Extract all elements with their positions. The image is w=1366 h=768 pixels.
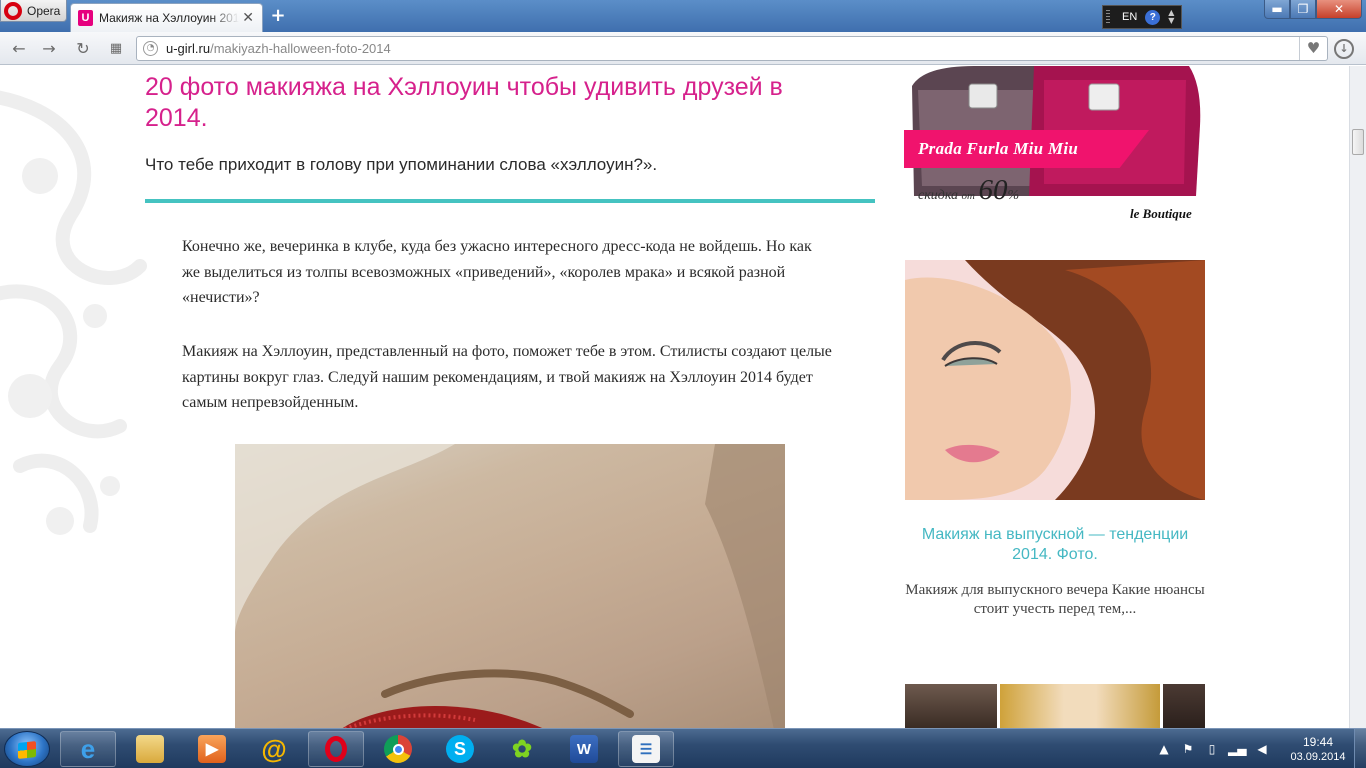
article-paragraph: Конечно же, вечеринка в клубе, куда без … bbox=[182, 238, 812, 306]
ad-banner[interactable]: Prada Furla Miu Miu скидка от 60% le Bou… bbox=[904, 66, 1209, 226]
address-bar[interactable]: ◔ u-girl.ru /makiyazh-halloween-foto-201… bbox=[136, 36, 1328, 61]
page-viewport: 20 фото макияжа на Хэллоуин чтобы удивит… bbox=[0, 66, 1349, 728]
back-arrow-icon[interactable]: ← bbox=[8, 38, 30, 60]
discount-unit: % bbox=[1007, 188, 1020, 203]
download-icon[interactable]: ↓ bbox=[1334, 39, 1354, 59]
language-options-icon[interactable]: ▲ ▼ bbox=[1168, 9, 1174, 25]
taskbar-skype[interactable]: S bbox=[432, 731, 488, 767]
taskbar-chrome[interactable] bbox=[370, 731, 426, 767]
site-info-icon[interactable]: ◔ bbox=[143, 41, 158, 56]
internet-explorer-icon: e bbox=[80, 733, 96, 764]
taskbar-media-player[interactable]: ▶ bbox=[184, 731, 240, 767]
related-thumbnails[interactable] bbox=[905, 684, 1205, 728]
browser-titlebar: Opera U Макияж на Хэллоуин 2014 ✕ + EN ?… bbox=[0, 0, 1366, 32]
clock-time[interactable]: 19:44 bbox=[1298, 735, 1338, 749]
tab-active[interactable]: U Макияж на Хэллоуин 2014 ✕ bbox=[70, 3, 263, 32]
thumbnail-image[interactable] bbox=[905, 684, 997, 728]
related-article-title-link[interactable]: Макияж на выпускной — тенденции 2014. Фо… bbox=[905, 525, 1205, 565]
language-bar[interactable]: EN ? ▲ ▼ bbox=[1102, 5, 1182, 29]
scrollbar-thumb[interactable] bbox=[1352, 129, 1364, 155]
taskbar-notes[interactable]: ☰ bbox=[618, 731, 674, 767]
reload-icon[interactable]: ↻ bbox=[72, 38, 94, 60]
folder-icon bbox=[136, 735, 164, 763]
taskbar-internet-explorer[interactable]: e bbox=[60, 731, 116, 767]
word-icon: W bbox=[570, 735, 598, 763]
opera-menu-button[interactable]: Opera bbox=[0, 0, 67, 22]
speed-dial-grid-icon[interactable]: ▦ bbox=[105, 38, 127, 60]
show-desktop-button[interactable] bbox=[1354, 729, 1366, 768]
action-center-flag-icon[interactable]: ⚑ bbox=[1180, 741, 1196, 757]
opera-menu-label: Opera bbox=[27, 3, 61, 18]
taskbar-file-explorer[interactable] bbox=[122, 731, 178, 767]
minimize-button[interactable]: ▬ bbox=[1264, 0, 1290, 19]
play-icon: ▶ bbox=[198, 735, 226, 763]
discount-word: скидка bbox=[918, 188, 959, 203]
maximize-button[interactable]: ❐ bbox=[1290, 0, 1316, 19]
article-paragraph: Макияж на Хэллоуин, представленный на фо… bbox=[182, 343, 832, 411]
discount-from: от bbox=[961, 190, 975, 202]
article-lead: Что тебе приходит в голову при упоминани… bbox=[145, 155, 658, 174]
volume-icon[interactable]: ◀ bbox=[1254, 741, 1270, 757]
divider bbox=[145, 199, 875, 203]
new-tab-button[interactable]: + bbox=[268, 6, 288, 26]
opera-logo-icon bbox=[4, 1, 22, 20]
windows-logo-icon bbox=[18, 741, 36, 759]
close-button[interactable]: ✕ bbox=[1316, 0, 1362, 19]
related-article-photo[interactable] bbox=[905, 260, 1205, 500]
forward-arrow-icon[interactable]: → bbox=[38, 38, 60, 60]
list-icon: ☰ bbox=[632, 735, 660, 763]
taskbar-icq[interactable]: ✿ bbox=[494, 731, 550, 767]
help-icon[interactable]: ? bbox=[1145, 9, 1161, 25]
tray-expand-icon[interactable]: ▲ bbox=[1156, 741, 1172, 757]
related-article-excerpt: Макияж для выпускного вечера Какие нюанс… bbox=[905, 582, 1205, 617]
page-scrollbar[interactable] bbox=[1349, 66, 1366, 728]
boutique-logo: le Boutique bbox=[1130, 206, 1192, 221]
taskbar-word[interactable]: W bbox=[556, 731, 612, 767]
at-sign-icon: @ bbox=[261, 733, 287, 764]
taskbar-opera[interactable] bbox=[308, 731, 364, 767]
opera-icon bbox=[322, 735, 350, 763]
discount-value: 60 bbox=[978, 174, 1008, 206]
icq-flower-icon: ✿ bbox=[511, 735, 533, 763]
tab-close-icon[interactable]: ✕ bbox=[242, 10, 254, 26]
skype-icon: S bbox=[446, 735, 474, 763]
windows-taskbar: e ▶ @ S ✿ W ☰ ▲ ⚑ ▯ ▂▄ ◀ 19:44 03.09.201… bbox=[0, 728, 1366, 768]
article-title: 20 фото макияжа на Хэллоуин чтобы удивит… bbox=[145, 73, 783, 132]
thumbnail-image[interactable] bbox=[1000, 684, 1160, 728]
language-indicator[interactable]: EN bbox=[1122, 11, 1137, 23]
site-favicon-icon: U bbox=[78, 10, 93, 26]
article-photo[interactable] bbox=[235, 444, 785, 728]
network-signal-icon[interactable]: ▂▄ bbox=[1228, 741, 1246, 757]
taskbar-mail-agent[interactable]: @ bbox=[246, 731, 302, 767]
start-button[interactable] bbox=[4, 731, 50, 767]
ad-brands: Prada Furla Miu Miu bbox=[904, 130, 1149, 168]
grip-icon[interactable] bbox=[1106, 10, 1110, 24]
thumbnail-image[interactable] bbox=[1163, 684, 1205, 728]
url-host[interactable]: u-girl.ru bbox=[166, 41, 210, 56]
url-path[interactable]: /makiyazh-halloween-foto-2014 bbox=[210, 41, 391, 56]
navigation-bar: ← → ↻ ▦ ◔ u-girl.ru /makiyazh-halloween-… bbox=[0, 32, 1366, 65]
usb-device-icon[interactable]: ▯ bbox=[1204, 741, 1220, 757]
chrome-icon bbox=[384, 735, 412, 763]
background-swirl-decoration bbox=[0, 90, 147, 535]
clock-date[interactable]: 03.09.2014 bbox=[1290, 751, 1346, 763]
tab-title: Макияж на Хэллоуин 2014 bbox=[99, 11, 239, 25]
ad-discount: скидка от 60% bbox=[918, 174, 1019, 207]
bookmark-heart-icon[interactable]: ♥ bbox=[1299, 37, 1327, 60]
